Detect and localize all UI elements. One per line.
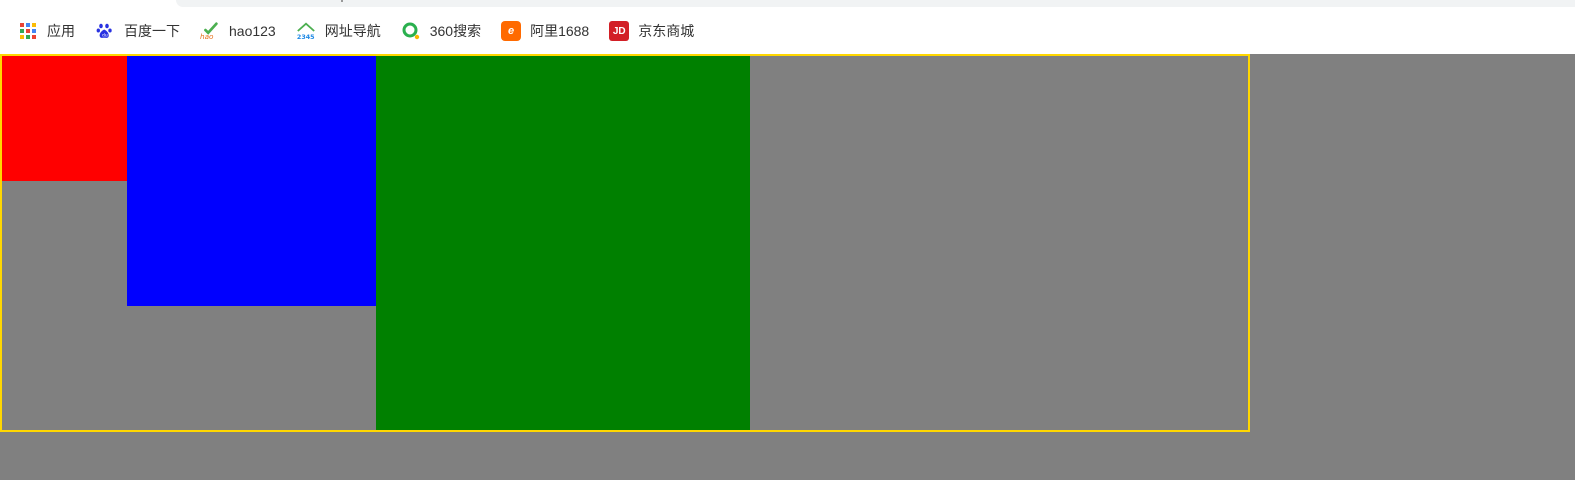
- bookmark-2345[interactable]: 2345 网址导航: [296, 17, 381, 45]
- address-bar-edge[interactable]: [176, 0, 1575, 7]
- svg-text:hao: hao: [200, 32, 214, 41]
- hao123-icon: hao: [200, 21, 220, 41]
- bookmark-label: 360搜索: [429, 23, 482, 39]
- 360-search-icon: [401, 21, 421, 41]
- svg-text:2345: 2345: [297, 34, 315, 41]
- jd-icon: JD: [609, 21, 630, 41]
- alibaba-1688-icon: e: [501, 21, 522, 41]
- bookmark-360[interactable]: 360搜索: [401, 17, 481, 45]
- bookmark-apps[interactable]: 应用: [18, 17, 75, 45]
- svg-text:du: du: [102, 33, 108, 39]
- bookmark-jd[interactable]: JD 京东商城: [609, 17, 694, 45]
- bookmark-label: hao123: [229, 23, 276, 39]
- blue-box: [127, 56, 376, 306]
- bookmark-baidu[interactable]: du 百度一下: [95, 17, 180, 45]
- red-box: [2, 56, 127, 181]
- bookmark-label: 网址导航: [324, 23, 381, 39]
- page-viewport: [0, 54, 1575, 480]
- baidu-paw-icon: du: [95, 21, 115, 41]
- 2345-house-icon: 2345: [296, 21, 316, 41]
- bookmark-1688[interactable]: e 阿里1688: [501, 17, 589, 45]
- bookmark-label: 京东商城: [638, 23, 695, 39]
- bookmark-hao123[interactable]: hao hao123: [200, 17, 276, 45]
- bookmarks-bar: 应用 du 百度一下 hao hao123 2345 网址导航 360搜索 e …: [0, 8, 1575, 54]
- bookmark-label: 百度一下: [124, 23, 180, 39]
- bookmark-label: 阿里1688: [530, 23, 590, 39]
- bookmark-label: 应用: [47, 23, 75, 39]
- address-bar-cursor: [341, 0, 343, 2]
- browser-top-edge: [0, 0, 1575, 8]
- apps-grid-icon: [18, 21, 38, 41]
- bordered-container: [0, 54, 1250, 432]
- green-box: [376, 56, 750, 430]
